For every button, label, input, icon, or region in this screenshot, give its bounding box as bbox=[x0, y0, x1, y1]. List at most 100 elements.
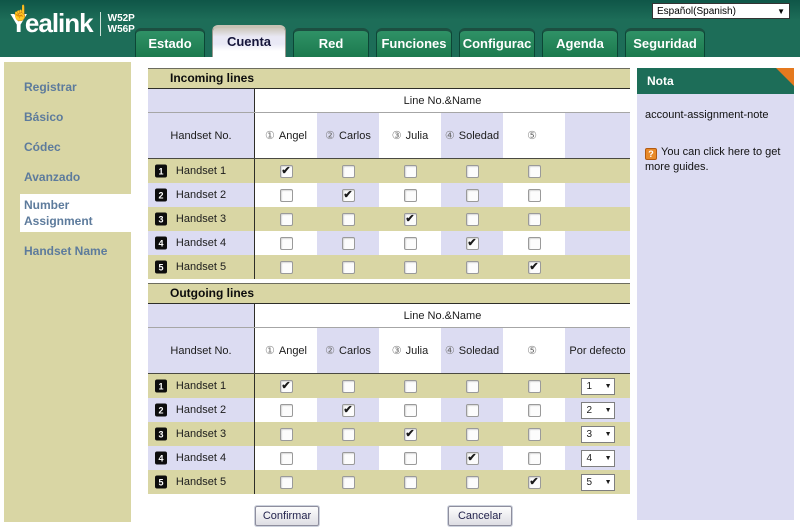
line-column-header-julia: ③Julia bbox=[379, 328, 441, 373]
default-line-select[interactable]: 5▼ bbox=[581, 474, 615, 491]
sidebar-item-handset-name[interactable]: Handset Name bbox=[4, 236, 131, 266]
handset-no-header: Handset No. bbox=[148, 113, 255, 158]
tab-agenda[interactable]: Agenda bbox=[542, 28, 618, 57]
checkbox[interactable] bbox=[342, 476, 355, 489]
sidebar-item-basico[interactable]: Básico bbox=[4, 102, 131, 132]
chevron-down-icon: ▼ bbox=[605, 431, 612, 438]
default-line-select[interactable]: 4▼ bbox=[581, 450, 615, 467]
mouse-cursor-icon: ☝ bbox=[11, 4, 30, 22]
confirm-button[interactable]: Confirmar bbox=[255, 506, 319, 526]
checkbox[interactable] bbox=[342, 213, 355, 226]
tab-cuenta[interactable]: Cuenta bbox=[212, 25, 286, 57]
cell: 4▼ bbox=[565, 446, 630, 470]
checkbox[interactable]: ✔ bbox=[404, 428, 417, 441]
page: ☝ Yealink W52P W56P Español(Spanish) ▼ E… bbox=[0, 0, 800, 531]
checkbox[interactable] bbox=[404, 189, 417, 202]
checkbox[interactable] bbox=[466, 380, 479, 393]
line-column-header-soledad: ④Soledad bbox=[441, 113, 503, 158]
checkbox[interactable] bbox=[342, 428, 355, 441]
cell bbox=[379, 159, 441, 183]
checkbox[interactable] bbox=[280, 404, 293, 417]
cell: ✔ bbox=[441, 446, 503, 470]
cell bbox=[503, 422, 565, 446]
checkbox[interactable] bbox=[342, 165, 355, 178]
tab-funciones[interactable]: Funciones bbox=[376, 28, 452, 57]
checkbox[interactable] bbox=[342, 452, 355, 465]
checkbox[interactable] bbox=[466, 476, 479, 489]
checkbox[interactable] bbox=[466, 165, 479, 178]
sidebar-item-avanzado[interactable]: Avanzado bbox=[4, 162, 131, 192]
sidebar-item-codec[interactable]: Códec bbox=[4, 132, 131, 162]
checkbox[interactable]: ✔ bbox=[466, 452, 479, 465]
sidebar-item-registrar[interactable]: Registrar bbox=[4, 72, 131, 102]
checkbox[interactable]: ✔ bbox=[280, 165, 293, 178]
cell: ✔ bbox=[255, 159, 317, 183]
line-3-badge-icon: ③ bbox=[392, 129, 402, 142]
cancel-button[interactable]: Cancelar bbox=[448, 506, 512, 526]
checkbox[interactable] bbox=[528, 452, 541, 465]
handset-label: Handset 1 bbox=[176, 380, 226, 392]
checkbox[interactable] bbox=[404, 476, 417, 489]
line-name: Carlos bbox=[339, 345, 371, 357]
checkbox[interactable] bbox=[466, 213, 479, 226]
checkbox[interactable] bbox=[466, 189, 479, 202]
checkbox[interactable] bbox=[528, 189, 541, 202]
checkbox[interactable] bbox=[528, 213, 541, 226]
sidebar-item-number-assignment[interactable]: Number Assignment bbox=[20, 194, 131, 232]
checkbox[interactable] bbox=[404, 380, 417, 393]
checkbox[interactable] bbox=[404, 261, 417, 274]
checkbox[interactable] bbox=[466, 428, 479, 441]
tab-configuracion[interactable]: Configurac bbox=[459, 28, 535, 57]
default-line-select[interactable]: 2▼ bbox=[581, 402, 615, 419]
checkbox[interactable]: ✔ bbox=[404, 213, 417, 226]
checkbox[interactable] bbox=[280, 237, 293, 250]
line-name: Soledad bbox=[459, 130, 499, 142]
checkbox[interactable] bbox=[280, 261, 293, 274]
checkbox[interactable] bbox=[280, 428, 293, 441]
checkbox[interactable] bbox=[404, 404, 417, 417]
checkbox[interactable]: ✔ bbox=[528, 261, 541, 274]
checkbox[interactable] bbox=[280, 476, 293, 489]
tab-estado[interactable]: Estado bbox=[135, 28, 205, 57]
checkbox[interactable] bbox=[404, 452, 417, 465]
note-help-text[interactable]: You can click here to get more guides. bbox=[645, 146, 780, 173]
sidebar: Registrar Básico Códec Avanzado Number A… bbox=[4, 62, 131, 522]
checkbox[interactable] bbox=[280, 213, 293, 226]
checkbox[interactable]: ✔ bbox=[342, 189, 355, 202]
cell bbox=[441, 207, 503, 231]
cell: ✔ bbox=[317, 398, 379, 422]
checkbox[interactable]: ✔ bbox=[528, 476, 541, 489]
checkbox[interactable] bbox=[528, 165, 541, 178]
checkbox[interactable] bbox=[466, 404, 479, 417]
checkbox[interactable]: ✔ bbox=[280, 380, 293, 393]
tab-red[interactable]: Red bbox=[293, 28, 369, 57]
handset-cell: 5Handset 5 bbox=[148, 255, 255, 279]
note-help-line: ?You can click here to get more guides. bbox=[645, 145, 786, 175]
select-value: 3 bbox=[587, 429, 593, 440]
help-icon[interactable]: ? bbox=[645, 148, 657, 160]
folded-corner-icon bbox=[776, 68, 794, 86]
default-line-select[interactable]: 1▼ bbox=[581, 378, 615, 395]
checkbox[interactable] bbox=[528, 380, 541, 393]
checkbox[interactable] bbox=[528, 237, 541, 250]
checkbox[interactable]: ✔ bbox=[466, 237, 479, 250]
checkbox[interactable] bbox=[342, 237, 355, 250]
language-select[interactable]: Español(Spanish) ▼ bbox=[652, 3, 790, 19]
checkbox[interactable] bbox=[280, 189, 293, 202]
cell bbox=[441, 183, 503, 207]
select-value: 5 bbox=[587, 477, 593, 488]
tab-seguridad[interactable]: Seguridad bbox=[625, 28, 705, 57]
default-line-select[interactable]: 3▼ bbox=[581, 426, 615, 443]
checkbox[interactable] bbox=[466, 261, 479, 274]
checkbox[interactable]: ✔ bbox=[342, 404, 355, 417]
checkbox[interactable] bbox=[404, 165, 417, 178]
checkbox[interactable] bbox=[342, 261, 355, 274]
handset-label: Handset 3 bbox=[176, 213, 226, 225]
checkbox[interactable] bbox=[342, 380, 355, 393]
note-panel-header: Nota bbox=[637, 68, 794, 94]
chevron-down-icon: ▼ bbox=[605, 479, 612, 486]
checkbox[interactable] bbox=[528, 428, 541, 441]
checkbox[interactable] bbox=[528, 404, 541, 417]
checkbox[interactable] bbox=[404, 237, 417, 250]
checkbox[interactable] bbox=[280, 452, 293, 465]
